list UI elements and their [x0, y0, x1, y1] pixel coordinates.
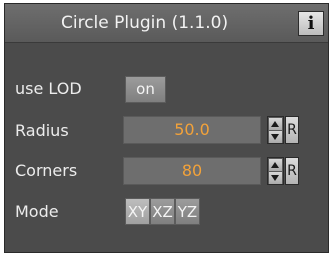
radius-spinner[interactable]	[267, 116, 284, 144]
panel-title: Circle Plugin (1.1.0)	[61, 13, 229, 33]
arrow-down-icon	[271, 175, 279, 181]
radius-label: Radius	[15, 121, 69, 140]
corners-label: Corners	[15, 161, 78, 180]
mode-yz-button[interactable]: YZ	[175, 198, 200, 225]
lod-label: use LOD	[15, 79, 82, 98]
corners-reset-button[interactable]: R	[285, 157, 299, 185]
info-button[interactable]: i	[298, 11, 324, 36]
circle-plugin-panel: Circle Plugin (1.1.0) i use LOD on Radiu…	[4, 3, 329, 253]
corners-spinner[interactable]	[267, 157, 284, 185]
corners-value-field[interactable]: 80	[123, 157, 261, 185]
radius-decrement-button[interactable]	[269, 131, 282, 143]
corners-increment-button[interactable]	[269, 159, 282, 171]
arrow-up-icon	[271, 121, 279, 127]
mode-xy-button[interactable]: XY	[125, 198, 150, 225]
radius-reset-button[interactable]: R	[285, 116, 299, 144]
lod-toggle-button[interactable]: on	[125, 76, 166, 103]
radius-increment-button[interactable]	[269, 118, 282, 130]
mode-xz-button[interactable]: XZ	[150, 198, 175, 225]
panel-header: Circle Plugin (1.1.0) i	[5, 4, 328, 43]
arrow-up-icon	[271, 162, 279, 168]
arrow-down-icon	[271, 134, 279, 140]
mode-label: Mode	[15, 202, 59, 221]
radius-value-field[interactable]: 50.0	[123, 116, 261, 144]
corners-decrement-button[interactable]	[269, 172, 282, 184]
